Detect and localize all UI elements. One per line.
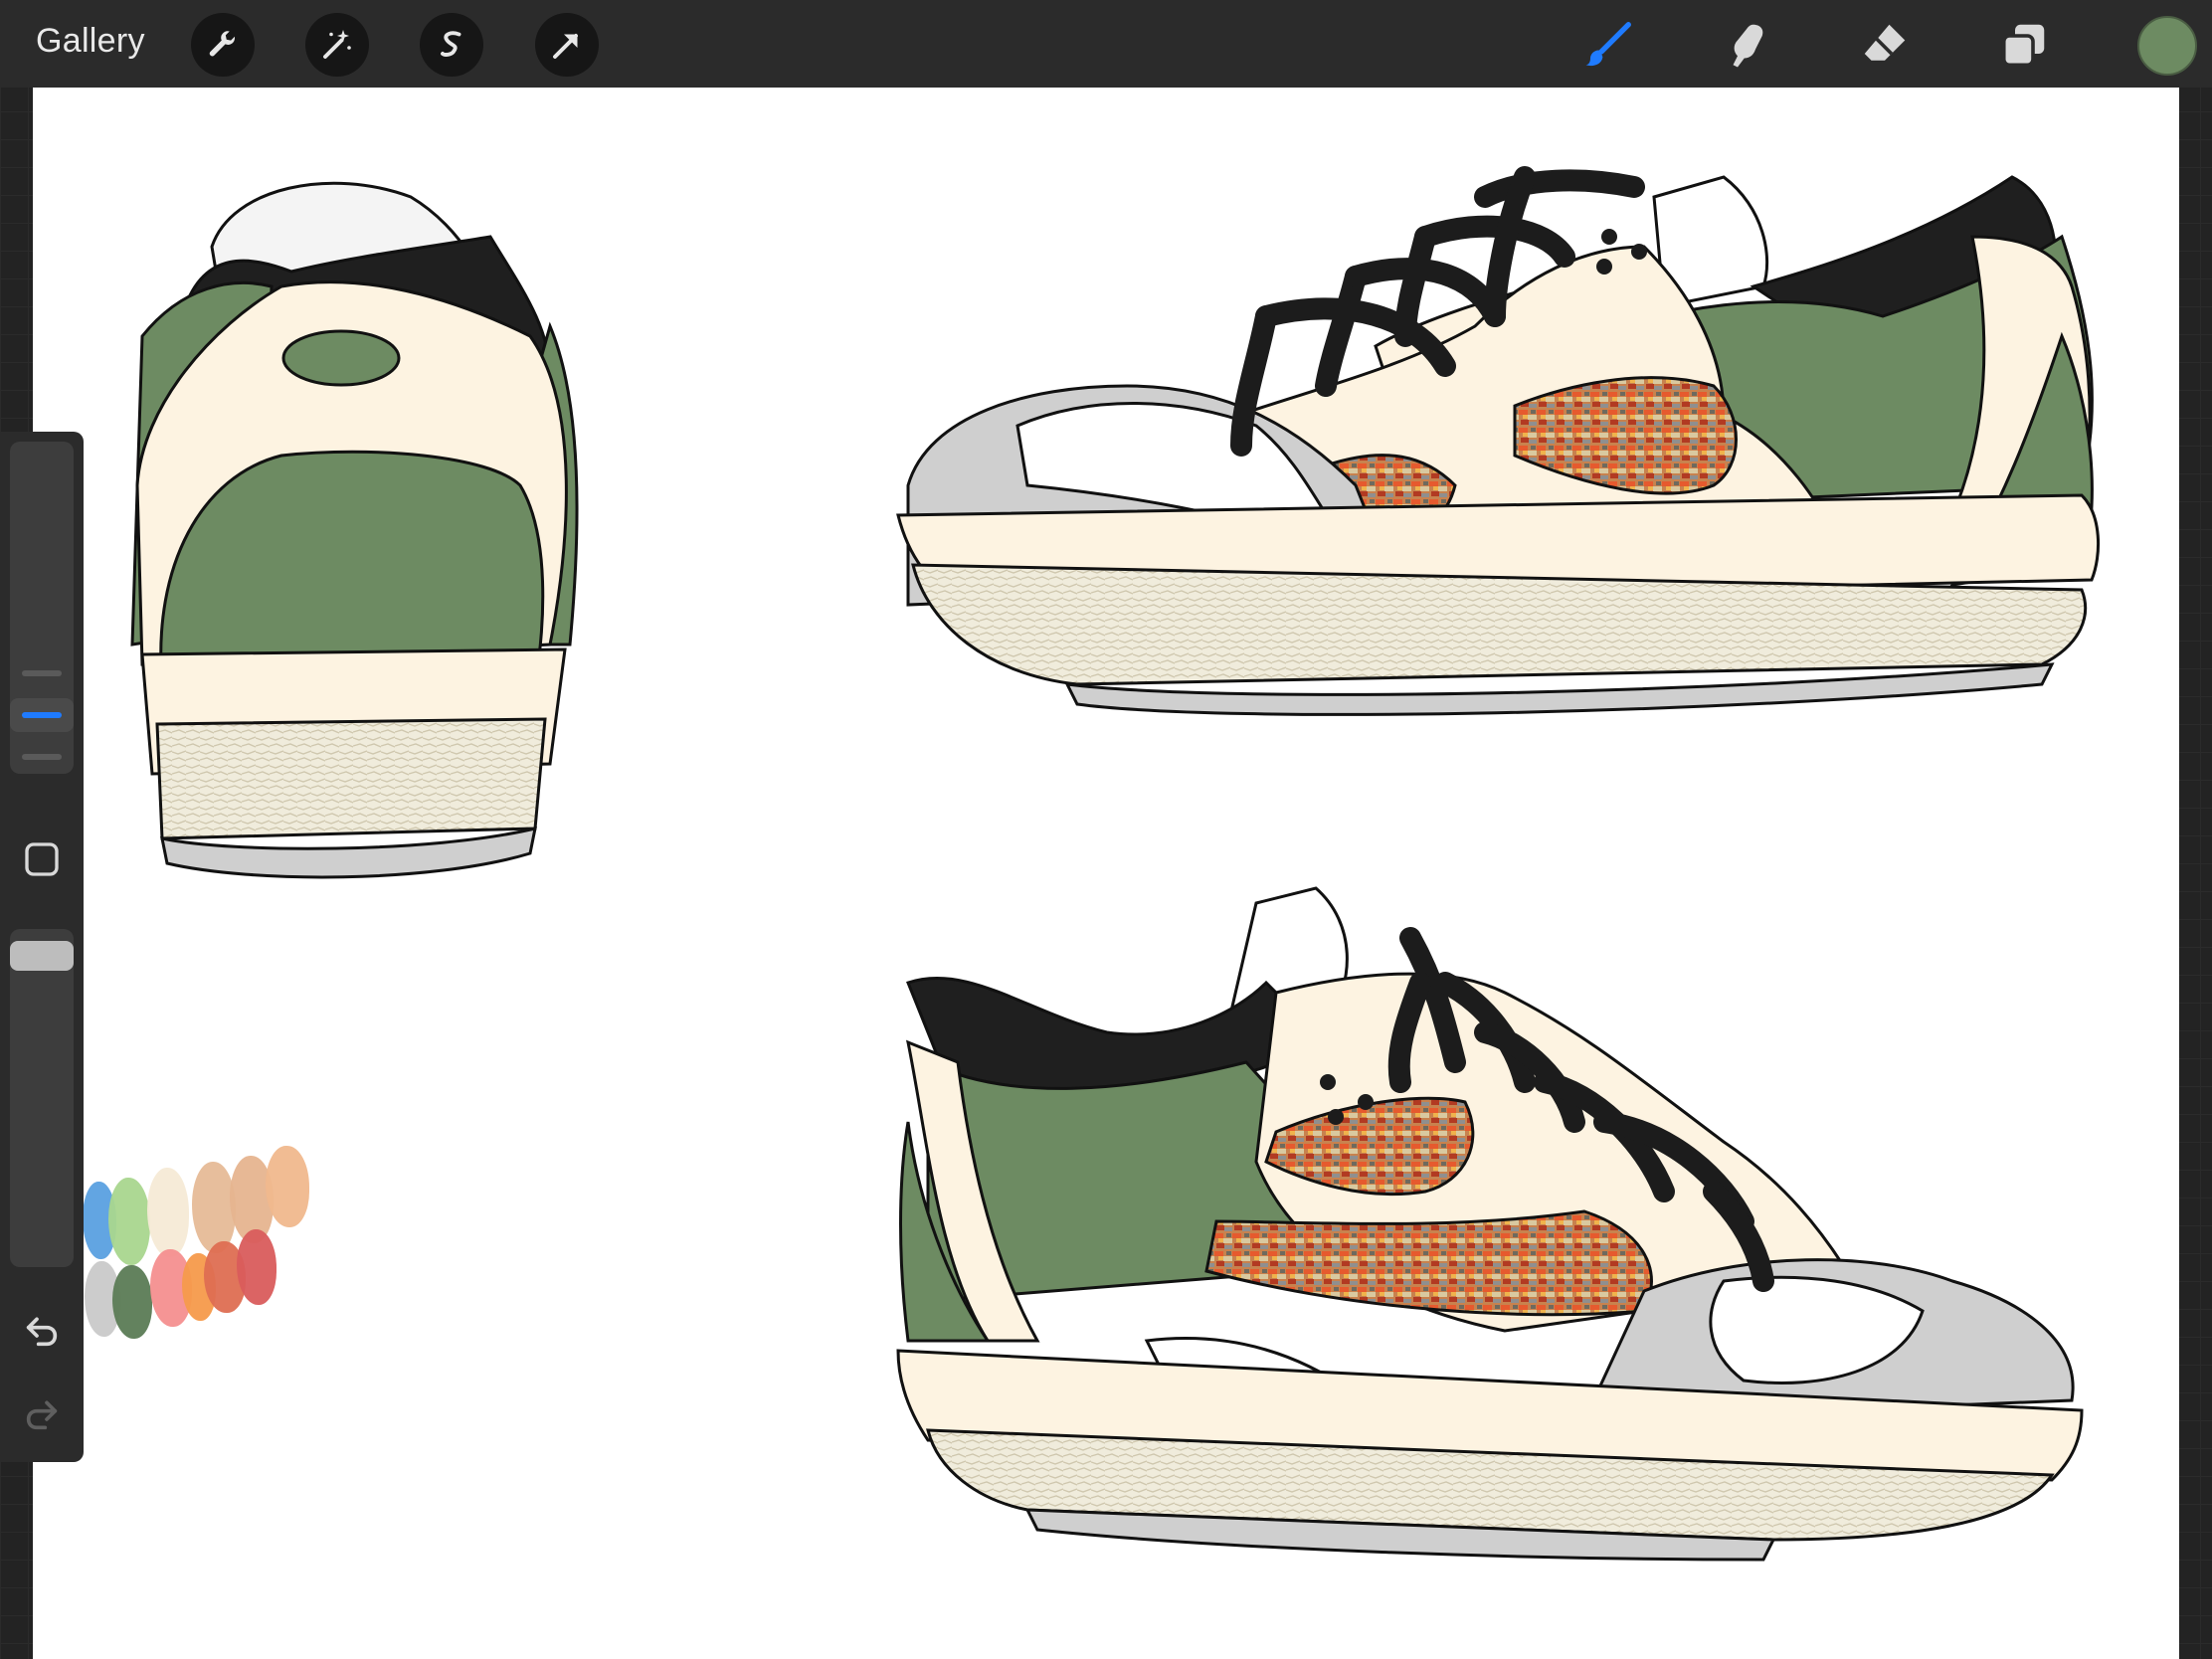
eraser-icon: [1864, 24, 1906, 61]
shoe-back-view: [130, 181, 579, 879]
layers-icon: [2001, 24, 2045, 68]
redo-icon: [26, 1400, 58, 1430]
shoe-artwork: [130, 166, 2101, 1562]
top-toolbar: Gallery: [0, 0, 2212, 88]
shoe-side-view-right: [896, 886, 2084, 1562]
transform-button[interactable]: [535, 13, 599, 77]
undo-icon: [26, 1317, 58, 1347]
palette-dab: [237, 1229, 276, 1305]
undo-button[interactable]: [18, 1307, 66, 1355]
smudge-finger-icon: [1733, 24, 1763, 68]
arrow-cursor-icon: [553, 34, 578, 59]
wrench-icon: [209, 31, 235, 57]
actions-button[interactable]: [191, 13, 255, 77]
color-picker-swatch[interactable]: [2137, 16, 2197, 76]
modify-button[interactable]: [18, 835, 66, 883]
gallery-button[interactable]: Gallery: [36, 22, 145, 61]
brush-size-handle[interactable]: [10, 698, 74, 732]
palette-dab: [108, 1178, 150, 1265]
selection-button[interactable]: [420, 13, 483, 77]
left-sidebar: [0, 432, 84, 1462]
palette-dab: [192, 1162, 236, 1253]
opacity-handle[interactable]: [10, 941, 74, 971]
palette-dab: [147, 1168, 189, 1257]
brush-tool[interactable]: [1577, 14, 1639, 76]
brush-size-slider[interactable]: [10, 442, 74, 774]
opacity-slider[interactable]: [10, 929, 74, 1267]
redo-button[interactable]: [18, 1390, 66, 1438]
adjustments-button[interactable]: [305, 13, 369, 77]
magic-wand-icon: [323, 30, 351, 59]
smudge-tool[interactable]: [1716, 14, 1777, 76]
layers-tool[interactable]: [1993, 14, 2055, 76]
shoe-side-view-left: [896, 166, 2101, 716]
drawing-canvas[interactable]: [33, 88, 2179, 1659]
palette-dab: [112, 1265, 152, 1339]
size-tick: [22, 670, 62, 676]
selection-s-icon: [441, 31, 461, 57]
size-tick: [22, 754, 62, 760]
size-indicator: [22, 712, 62, 718]
palette-dab: [266, 1146, 309, 1227]
eraser-tool[interactable]: [1854, 14, 1916, 76]
modify-square-icon: [25, 842, 59, 876]
brush-icon: [1585, 22, 1631, 67]
